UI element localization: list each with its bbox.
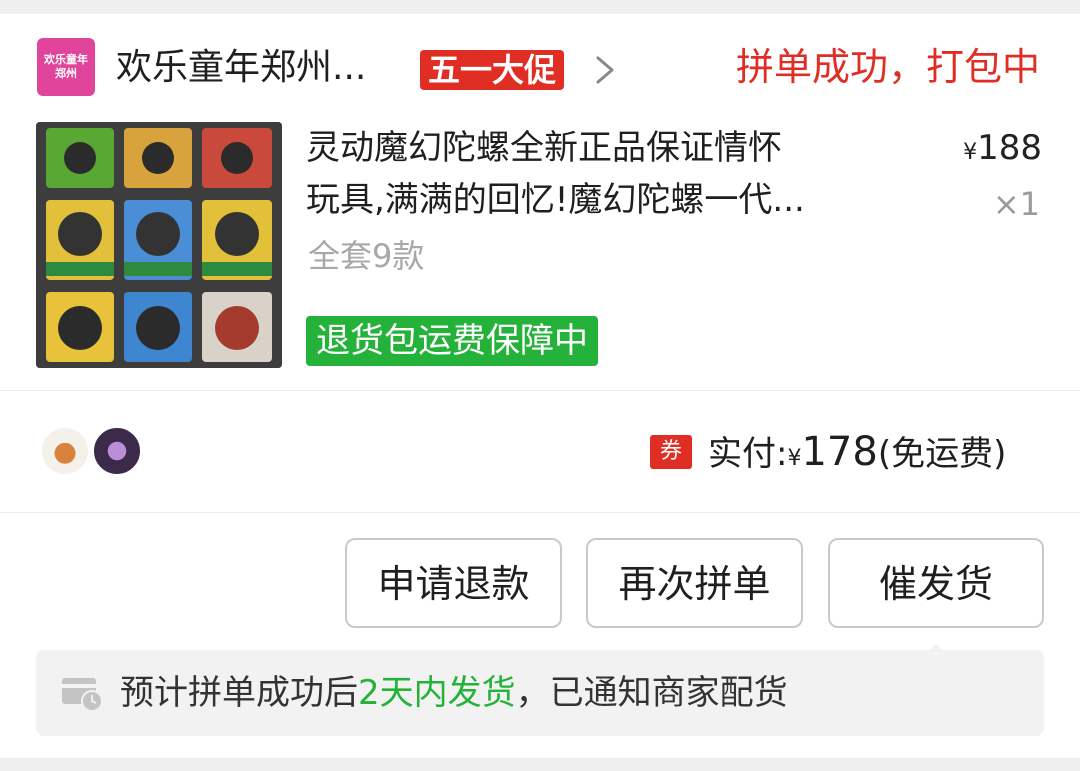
price-symbol: ¥ [963, 140, 978, 165]
product-thumbnail[interactable] [36, 122, 282, 368]
shop-logo-line2: 郑州 [55, 67, 77, 80]
product-sku: 全套9款 [308, 237, 425, 275]
promo-badge[interactable]: 五一大促 [420, 50, 565, 90]
tip-highlight: 2天内发货 [358, 673, 516, 713]
coupon-icon: 券 [650, 435, 692, 469]
urge-shipment-button[interactable]: 催发货 [828, 538, 1044, 628]
shop-name[interactable]: 欢乐童年郑州... [116, 46, 366, 90]
avatar-cartoon-icon[interactable] [40, 426, 90, 476]
price-value: 188 [977, 128, 1042, 168]
order-card: 欢乐童年 郑州 欢乐童年郑州... 五一大促 拼单成功，打包中 灵动魔幻陀螺全新… [0, 14, 1080, 758]
payment-label: 实付: [708, 434, 788, 474]
product-quantity: ×1 [992, 185, 1040, 223]
avatar-anime-icon[interactable] [92, 426, 142, 476]
chevron-right-icon[interactable] [593, 50, 617, 90]
product-image [36, 122, 282, 368]
truck-clock-icon [62, 678, 103, 712]
product-price: ¥188 [963, 126, 1042, 175]
order-status: 拼单成功，打包中 [735, 45, 1040, 89]
product-title-line2: 玩具,满满的回忆!魔幻陀螺一代... [306, 180, 805, 220]
payment-symbol: ¥ [787, 446, 802, 471]
return-shipping-guarantee-badge[interactable]: 退货包运费保障中 [306, 316, 598, 366]
actual-payment: 实付:¥178(免运费) [708, 428, 1006, 483]
apply-refund-button[interactable]: 申请退款 [345, 538, 562, 628]
shop-logo-line1: 欢乐童年 [44, 53, 88, 66]
tip-prefix: 预计拼单成功后 [120, 673, 358, 713]
divider [0, 512, 1080, 513]
payment-note: (免运费) [877, 434, 1007, 474]
payment-amount: 178 [801, 429, 878, 475]
product-title-line1: 灵动魔幻陀螺全新正品保证情怀 [306, 128, 782, 168]
divider [0, 390, 1080, 391]
product-title[interactable]: 灵动魔幻陀螺全新正品保证情怀 玩具,满满的回忆!魔幻陀螺一代... [306, 122, 906, 226]
shipping-tip: 预计拼单成功后2天内发货，已通知商家配货 [36, 650, 1044, 736]
tip-suffix: ，已通知商家配货 [515, 673, 788, 713]
shipping-tip-text: 预计拼单成功后2天内发货，已通知商家配货 [120, 670, 788, 716]
shop-logo[interactable]: 欢乐童年 郑州 [37, 38, 95, 96]
regroup-button[interactable]: 再次拼单 [586, 538, 803, 628]
